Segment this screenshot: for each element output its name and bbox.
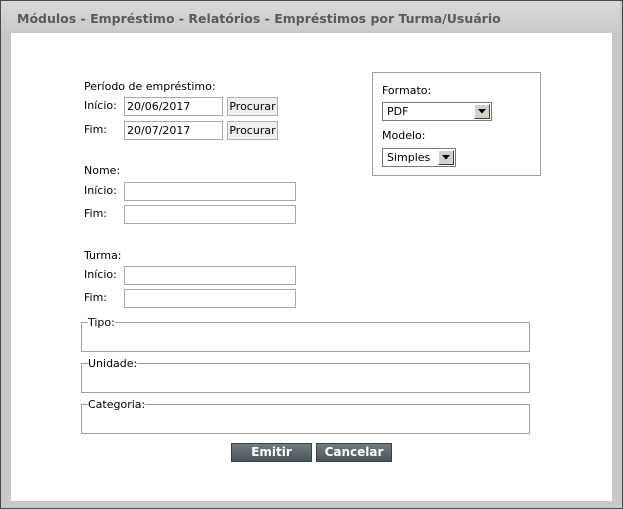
emitir-button[interactable]: Emitir xyxy=(231,443,312,462)
tipo-legend: Tipo: xyxy=(88,316,115,329)
nome-inicio-input[interactable] xyxy=(124,182,296,201)
unidade-fieldset[interactable]: Unidade: xyxy=(81,358,530,393)
nome-label: Nome: xyxy=(84,164,121,177)
turma-inicio-label: Início: xyxy=(84,268,117,281)
nome-fim-label: Fim: xyxy=(84,207,108,220)
tipo-fieldset[interactable]: Tipo: xyxy=(81,317,530,352)
turma-fim-label: Fim: xyxy=(84,291,108,304)
categoria-fieldset[interactable]: Categoria: xyxy=(81,399,530,434)
periodo-fim-procurar-button[interactable]: Procurar xyxy=(227,121,278,140)
chevron-down-icon[interactable] xyxy=(438,150,454,165)
turma-fim-input[interactable] xyxy=(124,289,296,308)
cancelar-button[interactable]: Cancelar xyxy=(316,443,392,462)
nome-fim-input[interactable] xyxy=(124,205,296,224)
chevron-down-icon[interactable] xyxy=(474,104,490,119)
periodo-label: Período de empréstimo: xyxy=(84,80,216,93)
formato-select[interactable]: PDF xyxy=(382,102,492,121)
modelo-select[interactable]: Simples xyxy=(382,148,456,167)
periodo-inicio-procurar-button[interactable]: Procurar xyxy=(227,97,278,116)
formato-label: Formato: xyxy=(382,84,432,97)
periodo-inicio-label: Início: xyxy=(84,99,117,112)
turma-inicio-input[interactable] xyxy=(124,266,296,285)
window-title: Módulos - Empréstimo - Relatórios - Empr… xyxy=(17,11,501,26)
periodo-fim-input[interactable]: 20/07/2017 xyxy=(124,121,223,140)
formato-modelo-box: Formato: PDF Modelo: Simples xyxy=(372,72,541,176)
turma-label: Turma: xyxy=(84,249,122,262)
title-bar[interactable]: Módulos - Empréstimo - Relatórios - Empr… xyxy=(1,1,620,33)
periodo-inicio-input[interactable]: 20/06/2017 xyxy=(124,97,223,116)
categoria-legend: Categoria: xyxy=(88,398,146,411)
periodo-fim-label: Fim: xyxy=(84,123,108,136)
unidade-legend: Unidade: xyxy=(88,357,138,370)
dialog-content: Período de empréstimo: Início: 20/06/201… xyxy=(11,33,612,501)
formato-selected-value: PDF xyxy=(387,105,409,118)
modelo-selected-value: Simples xyxy=(387,151,431,164)
nome-inicio-label: Início: xyxy=(84,184,117,197)
modelo-label: Modelo: xyxy=(382,129,426,142)
